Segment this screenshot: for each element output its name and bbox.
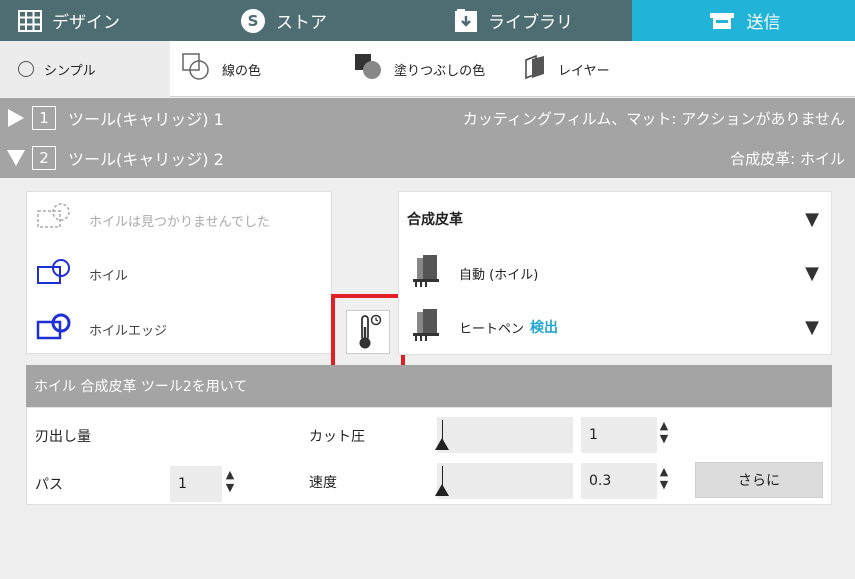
tool-2-label: ツール(キャリッジ) 2 <box>68 150 224 169</box>
decrement-icon[interactable]: ▼ <box>660 478 668 491</box>
tool-1-header[interactable]: 1 ツール(キャリッジ) 1 カッティングフィルム、マット: アクションがありま… <box>0 98 855 138</box>
pen-select[interactable]: ヒートペン 検出 ▼ <box>399 302 833 352</box>
detect-link[interactable]: 検出 <box>530 317 558 337</box>
cutter-machine-icon <box>707 9 737 33</box>
speed-input[interactable]: 0.3 <box>581 463 657 499</box>
simple-view-option[interactable]: シンプル <box>0 41 170 97</box>
tool-holder-icon <box>409 307 445 347</box>
dropdown-arrow-icon: ▼ <box>805 262 819 284</box>
cut-settings-panel: 刃出し量 パス 1 ▲ ▼ カット圧 速度 1 ▲ ▼ 0.3 ▲ ▼ さらに <box>26 407 832 505</box>
top-nav: デザイン S ストア ライブラリ 送信 <box>0 0 855 41</box>
svg-text:S: S <box>248 12 259 30</box>
tab-send[interactable]: 送信 <box>632 0 855 41</box>
decrement-icon[interactable]: ▼ <box>226 481 234 494</box>
grid-icon <box>18 9 42 32</box>
tool-2-header[interactable]: 2 ツール(キャリッジ) 2 合成皮革: ホイル <box>0 138 855 178</box>
force-value: 1 <box>589 427 598 443</box>
material-value: 合成皮革 <box>407 212 463 228</box>
force-stepper[interactable]: ▲ ▼ <box>657 419 671 445</box>
tool-holder-icon <box>409 253 445 293</box>
fill-color-label: 塗りつぶしの色 <box>394 63 486 79</box>
material-panel: 合成皮革 ▼ 自動 (ホイル) ▼ ヒートペン 検出 ▼ <box>398 191 832 355</box>
tool-1-label: ツール(キャリッジ) 1 <box>68 110 224 129</box>
foil-label: ホイル <box>89 268 129 284</box>
blade-depth-label: 刃出し量 <box>35 429 91 445</box>
view-toolbar: シンプル 線の色 塗りつぶしの色 レイヤー <box>0 41 855 97</box>
blade-option-foil-edge[interactable]: ホイルエッジ <box>35 309 167 349</box>
radio-icon <box>18 61 34 77</box>
speed-stepper[interactable]: ▲ ▼ <box>657 465 671 491</box>
more-button[interactable]: さらに <box>695 462 823 498</box>
fill-color-option[interactable]: 塗りつぶしの色 <box>354 41 485 97</box>
increment-icon[interactable]: ▲ <box>660 419 668 432</box>
tab-library-label: ライブラリ <box>488 13 573 33</box>
speed-value: 0.3 <box>589 473 612 489</box>
line-color-label: 線の色 <box>222 63 262 79</box>
tab-send-label: 送信 <box>746 13 781 33</box>
fill-color-icon <box>354 53 384 85</box>
store-s-icon: S <box>240 8 266 34</box>
tab-design[interactable]: デザイン <box>0 0 200 41</box>
passes-stepper[interactable]: ▲ ▼ <box>223 468 237 494</box>
settings-header: ホイル 合成皮革 ツール2を用いて <box>26 365 832 407</box>
force-label: カット圧 <box>309 429 365 445</box>
simple-label: シンプル <box>44 63 96 79</box>
not-found-label: ホイルは見つかりませんでした <box>89 214 270 230</box>
tool-mode-value: 自動 (ホイル) <box>459 267 539 283</box>
tool-mode-select[interactable]: 自動 (ホイル) ▼ <box>399 248 833 298</box>
blade-option-foil[interactable]: ホイル <box>35 254 128 294</box>
tab-design-label: デザイン <box>52 13 120 33</box>
speed-label: 速度 <box>309 475 337 491</box>
heat-pen-temperature-button[interactable] <box>331 294 405 370</box>
foil-edge-label: ホイルエッジ <box>89 323 168 339</box>
material-select[interactable]: 合成皮革 ▼ <box>399 194 833 244</box>
force-input[interactable]: 1 <box>581 417 657 453</box>
tab-store[interactable]: S ストア <box>200 0 410 41</box>
dropdown-arrow-icon: ▼ <box>805 208 819 230</box>
foil-icon <box>35 257 75 291</box>
expand-arrow-icon <box>0 107 32 129</box>
slider-handle-icon[interactable] <box>435 438 449 450</box>
tool-2-status: 合成皮革: ホイル <box>730 149 845 168</box>
layer-option[interactable]: レイヤー <box>522 41 610 97</box>
slider-handle-icon[interactable] <box>435 484 449 496</box>
tab-library[interactable]: ライブラリ <box>410 0 632 41</box>
force-slider[interactable] <box>435 417 573 453</box>
increment-icon[interactable]: ▲ <box>660 465 668 478</box>
foil-not-found-icon <box>35 203 75 237</box>
line-color-icon <box>182 53 212 85</box>
library-download-icon <box>454 8 478 33</box>
tool-number-badge: 1 <box>32 106 56 130</box>
collapse-arrow-icon <box>0 148 32 168</box>
layer-icon <box>522 54 548 84</box>
pen-value: ヒートペン <box>459 321 525 337</box>
increment-icon[interactable]: ▲ <box>226 468 234 481</box>
tool-number-badge: 2 <box>32 146 56 170</box>
passes-label: パス <box>35 477 63 493</box>
passes-input[interactable]: 1 <box>170 466 222 502</box>
tool-1-status: カッティングフィルム、マット: アクションがありません <box>462 109 845 128</box>
speed-slider[interactable] <box>435 463 573 499</box>
line-color-option[interactable]: 線の色 <box>182 41 261 97</box>
blade-option-not-found: ホイルは見つかりませんでした <box>35 200 270 240</box>
blade-options-panel: ホイルは見つかりませんでした ホイル ホイルエッジ <box>26 191 332 354</box>
passes-value: 1 <box>178 476 187 492</box>
foil-edge-icon <box>35 312 75 346</box>
decrement-icon[interactable]: ▼ <box>660 432 668 445</box>
dropdown-arrow-icon: ▼ <box>805 316 819 338</box>
tab-store-label: ストア <box>276 13 327 33</box>
layer-label: レイヤー <box>558 63 610 79</box>
thermometer-icon <box>346 310 390 354</box>
